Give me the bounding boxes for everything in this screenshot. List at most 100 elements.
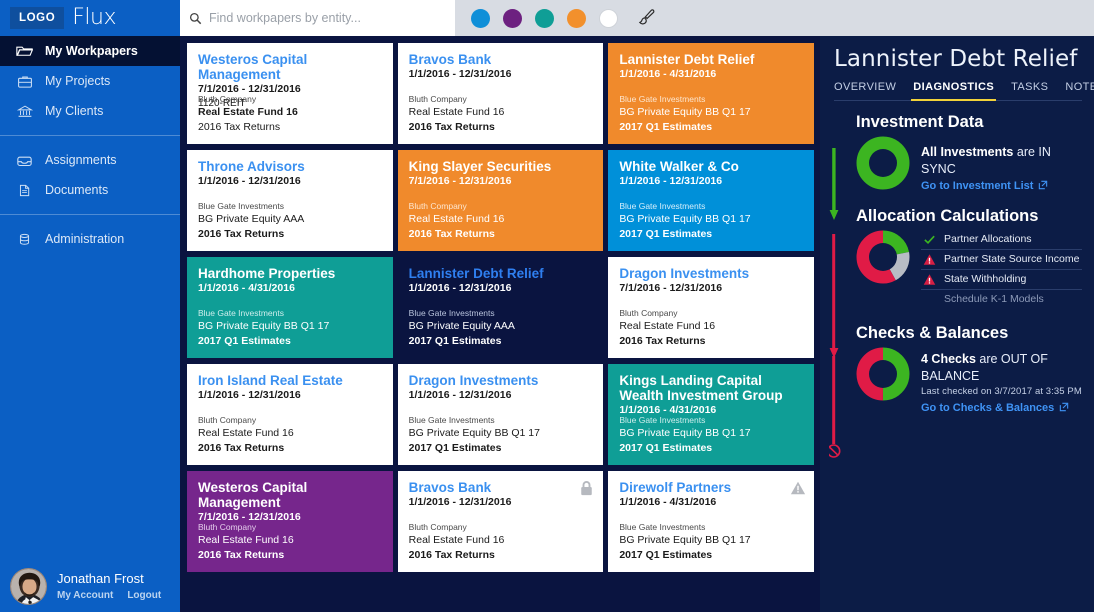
card-dates: 1/1/2016 - 12/31/2016 bbox=[408, 496, 512, 509]
card-meta-client: Blue Gate Investments bbox=[619, 201, 706, 212]
card-meta-fund: Real Estate Fund 16 bbox=[408, 213, 505, 226]
swatch-orange[interactable] bbox=[567, 8, 586, 28]
checks-status-strong: 4 Checks bbox=[921, 351, 976, 366]
card-meta-fund: BG Private Equity BB Q1 17 bbox=[619, 106, 751, 119]
workpaper-card[interactable]: Throne Advisors 1/1/2016 - 12/31/2016 Blue… bbox=[187, 150, 393, 251]
briefcase-icon bbox=[16, 73, 33, 90]
status-rail bbox=[829, 148, 845, 478]
card-meta-client: Bluth Company bbox=[619, 308, 678, 319]
swatch-purple[interactable] bbox=[503, 8, 522, 28]
card-title: White Walker & Co bbox=[619, 159, 739, 174]
card-meta-period: 2016 Tax Returns bbox=[198, 121, 281, 134]
workpaper-card[interactable]: King Slayer Securities 7/1/2016 - 12/31/2… bbox=[397, 150, 604, 251]
card-meta-fund: Real Estate Fund 16 bbox=[619, 320, 716, 333]
search-input[interactable] bbox=[209, 11, 446, 25]
workpaper-card[interactable]: Dragon Investments 7/1/2016 - 12/31/2016 B… bbox=[608, 257, 814, 358]
tab-tasks[interactable]: TASKS bbox=[1011, 81, 1048, 100]
sidebar-item-administration[interactable]: Administration bbox=[0, 224, 180, 254]
workpaper-card[interactable]: Hardhome Properties 1/1/2016 - 4/31/2016 B… bbox=[187, 257, 393, 358]
card-meta-client: Blue Gate Investments bbox=[619, 522, 706, 533]
card-dates: 1/1/2016 - 12/31/2016 bbox=[198, 389, 301, 402]
workpaper-card[interactable]: White Walker & Co 1/1/2016 - 12/31/2016 Bl… bbox=[608, 150, 814, 251]
card-dates: 1/1/2016 - 12/31/2016 bbox=[408, 282, 512, 295]
card-title: Lannister Debt Relief bbox=[408, 266, 544, 281]
card-meta-fund: BG Private Equity BB Q1 17 bbox=[408, 427, 540, 440]
row-label: Partner Allocations bbox=[944, 233, 1032, 246]
my-account-link[interactable]: My Account bbox=[57, 590, 113, 601]
logo-badge[interactable]: LOGO bbox=[10, 7, 65, 29]
search-icon bbox=[189, 12, 202, 25]
sidebar-item-my-clients[interactable]: My Clients bbox=[0, 96, 180, 126]
card-title: Bravos Bank bbox=[408, 52, 492, 67]
tab-overview[interactable]: OVERVIEW bbox=[834, 81, 896, 100]
card-meta-client: Bluth Company bbox=[408, 201, 467, 212]
card-meta-fund: Real Estate Fund 16 bbox=[408, 106, 505, 119]
bank-icon bbox=[16, 103, 33, 120]
card-meta-fund: BG Private Equity AAA bbox=[408, 320, 515, 333]
workpaper-card[interactable]: Iron Island Real Estate 1/1/2016 - 12/31/… bbox=[187, 364, 393, 465]
card-meta-client: Bluth Company bbox=[408, 522, 467, 533]
avatar bbox=[10, 567, 47, 605]
profile-links: My Account Logout bbox=[57, 590, 161, 601]
workpaper-card[interactable]: Lannister Debt Relief 1/1/2016 - 4/31/201… bbox=[608, 43, 814, 144]
card-meta-period: 2017 Q1 Estimates bbox=[198, 335, 291, 348]
sidebar-item-my-workpapers[interactable]: My Workpapers bbox=[0, 36, 180, 66]
logout-link[interactable]: Logout bbox=[127, 590, 161, 601]
search-bar[interactable] bbox=[180, 0, 455, 36]
tab-diagnostics[interactable]: DIAGNOSTICS bbox=[911, 81, 996, 101]
sidebar-item-documents[interactable]: Documents bbox=[0, 175, 180, 205]
card-meta-client: Bluth Company bbox=[408, 94, 467, 105]
card-dates: 1/1/2016 - 12/31/2016 bbox=[198, 175, 301, 188]
card-dates: 1/1/2016 - 4/31/2016 bbox=[198, 282, 295, 295]
card-meta-period: 2017 Q1 Estimates bbox=[619, 442, 713, 455]
card-meta-client: Blue Gate Investments bbox=[619, 94, 706, 105]
row-label: Partner State Source Income bbox=[944, 253, 1080, 266]
workpaper-card[interactable]: Direwolf Partners 1/1/2016 - 4/31/2016 Blu… bbox=[608, 471, 814, 572]
card-meta-fund: BG Private Equity AAA bbox=[198, 213, 305, 226]
allocation-row-partner-state-source-income[interactable]: Partner State Source Income bbox=[921, 250, 1082, 270]
card-title: Lannister Debt Relief bbox=[619, 52, 755, 67]
brand-area: LOGO Flux bbox=[0, 0, 180, 36]
workpaper-card[interactable]: Kings Landing Capital Wealth Investment … bbox=[608, 364, 814, 465]
workpaper-card[interactable]: Bravos Bank 1/1/2016 - 12/31/2016 Bluth Co… bbox=[397, 471, 604, 572]
allocation-row-state-withholding[interactable]: State Withholding bbox=[921, 270, 1082, 290]
swatch-teal[interactable] bbox=[535, 8, 554, 28]
card-title: Iron Island Real Estate bbox=[198, 373, 343, 388]
check-icon bbox=[923, 233, 936, 246]
allocation-row-schedule-k1-models[interactable]: Schedule K-1 Models bbox=[921, 290, 1082, 308]
card-title: Direwolf Partners bbox=[619, 480, 732, 495]
tab-notes[interactable]: NOTES bbox=[1065, 81, 1094, 100]
card-meta-fund: Real Estate Fund 16 bbox=[408, 534, 505, 547]
go-to-checks-and-balances-link[interactable]: Go to Checks & Balances bbox=[921, 402, 1082, 415]
go-to-investment-list-link[interactable]: Go to Investment List bbox=[921, 180, 1082, 193]
card-meta-fund: BG Private Equity BB Q1 17 bbox=[198, 320, 330, 333]
workpaper-card[interactable]: Westeros Capital Management 7/1/2016 - 12… bbox=[187, 43, 393, 144]
swatch-white[interactable] bbox=[599, 8, 618, 28]
checks-donut bbox=[856, 347, 910, 401]
workpaper-card[interactable]: Westeros Capital Management 7/1/2016 - 12… bbox=[187, 471, 393, 572]
section-allocation-calculations: Allocation Calculations Partner Allocati… bbox=[834, 207, 1082, 308]
sidebar-item-label: My Workpapers bbox=[45, 44, 138, 58]
lock-icon[interactable] bbox=[579, 480, 594, 497]
detail-panel: Lannister Debt Relief OVERVIEW DIAGNOSTI… bbox=[820, 36, 1094, 612]
donut-hole bbox=[869, 359, 897, 388]
warning-icon[interactable] bbox=[790, 480, 806, 497]
user-profile[interactable]: Jonathan Frost My Account Logout bbox=[0, 560, 180, 612]
sidebar-item-my-projects[interactable]: My Projects bbox=[0, 66, 180, 96]
card-meta: Blue Gate Investments BG Private Equity B… bbox=[619, 414, 750, 456]
swatch-blue[interactable] bbox=[471, 8, 490, 28]
card-meta: Blue Gate Investments BG Private Equity B… bbox=[619, 93, 750, 135]
sidebar-item-label: My Projects bbox=[45, 74, 111, 88]
card-meta-client: Blue Gate Investments bbox=[198, 201, 284, 212]
workpaper-card[interactable]: Bravos Bank 1/1/2016 - 12/31/2016 Bluth Co… bbox=[397, 43, 604, 144]
allocation-row-partner-allocations[interactable]: Partner Allocations bbox=[921, 230, 1082, 250]
paintbrush-icon[interactable] bbox=[635, 7, 657, 29]
card-meta: Blue Gate Investments BG Private Equity A… bbox=[198, 200, 304, 242]
sidebar-item-assignments[interactable]: Assignments bbox=[0, 145, 180, 175]
card-meta-period: 2016 Tax Returns bbox=[408, 549, 495, 562]
sidebar-item-label: Assignments bbox=[45, 153, 117, 167]
workpaper-card[interactable]: Lannister Debt Relief 1/1/2016 - 12/31/20… bbox=[397, 257, 604, 358]
workpaper-card[interactable]: Dragon Investments 1/1/2016 - 12/31/2016 B… bbox=[397, 364, 604, 465]
card-meta-fund: BG Private Equity BB Q1 17 bbox=[619, 534, 751, 547]
card-meta: Blue Gate Investments BG Private Equity B… bbox=[198, 307, 329, 349]
